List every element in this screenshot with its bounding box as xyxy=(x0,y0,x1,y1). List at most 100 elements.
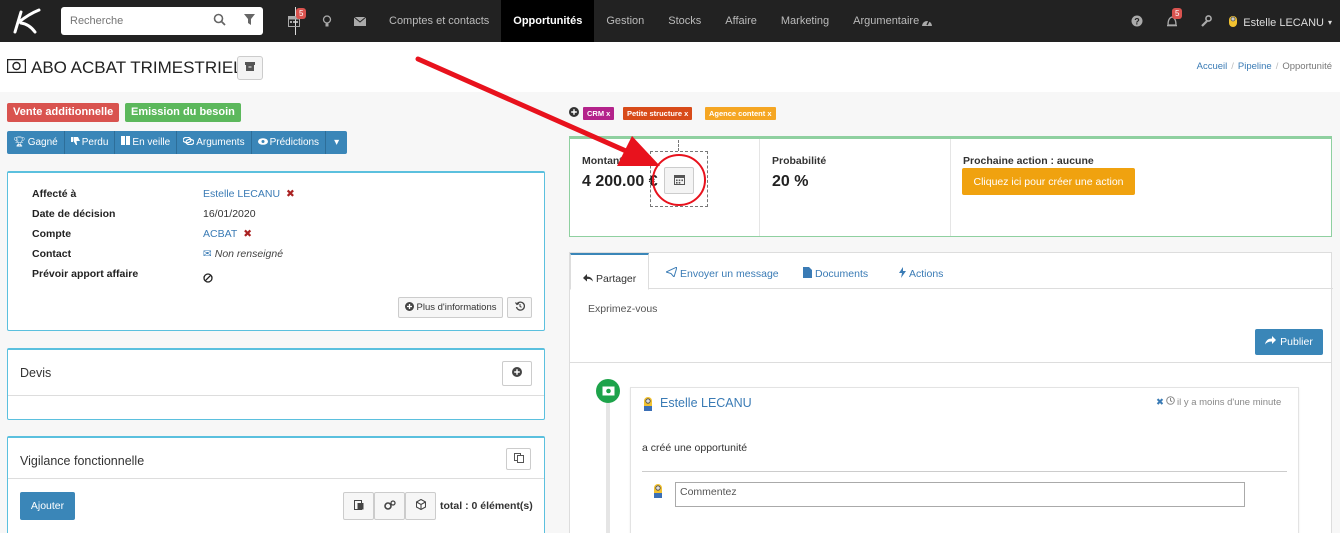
timeline-money-icon xyxy=(596,379,620,403)
author-avatar xyxy=(641,396,655,412)
amount-value: 4 200.00 € xyxy=(582,173,658,190)
bolt-icon xyxy=(899,267,906,281)
commenter-avatar xyxy=(651,483,665,499)
search-box xyxy=(61,7,296,35)
post-time: il y a moins d'une minute xyxy=(1176,396,1282,408)
add-devis-button[interactable] xyxy=(502,361,532,386)
standby-button[interactable]: En veille xyxy=(115,131,178,154)
lightbulb-icon[interactable] xyxy=(319,13,335,29)
contact-value: Non renseigné xyxy=(214,248,284,260)
settings-button[interactable] xyxy=(374,492,405,520)
predictions-button[interactable]: Prédictions xyxy=(252,131,327,154)
comments-icon xyxy=(182,131,195,154)
tab-documents[interactable]: Documents xyxy=(803,267,868,281)
share-icon xyxy=(583,273,593,285)
tag-emission-besoin[interactable]: Emission du besoin xyxy=(125,103,241,122)
breadcrumb-accueil[interactable]: Accueil xyxy=(1197,61,1228,72)
menu-argumentaire[interactable]: Argumentaire xyxy=(841,0,931,42)
user-name: Estelle LECANU xyxy=(1243,16,1324,29)
tag-vente-additionnelle[interactable]: Vente additionnelle xyxy=(7,103,120,122)
clipboard-icon xyxy=(353,499,364,513)
vigilance-title: Vigilance fonctionnelle xyxy=(20,454,145,468)
money-icon xyxy=(6,58,27,78)
cube-button[interactable] xyxy=(405,492,436,520)
remove-assigned-icon[interactable]: ✖ xyxy=(286,188,295,200)
user-menu[interactable]: Estelle LECANU ▾ xyxy=(1227,14,1332,31)
dashboard-icon[interactable] xyxy=(919,13,935,29)
copy-button[interactable] xyxy=(506,448,531,470)
archive-button[interactable] xyxy=(237,56,263,80)
calendar-badge: 5 xyxy=(296,8,307,19)
tab-actions[interactable]: Actions xyxy=(899,267,943,281)
post-author[interactable]: Estelle LECANU xyxy=(660,396,752,410)
search-input[interactable] xyxy=(61,8,201,34)
lost-button[interactable]: Perdu xyxy=(65,131,116,154)
chevron-down-icon: ▾ xyxy=(1327,18,1332,27)
paste-button[interactable] xyxy=(343,492,374,520)
probability-value: 20 % xyxy=(772,173,809,190)
create-action-button[interactable]: Cliquez ici pour créer une action xyxy=(962,168,1135,195)
menu-opportunites[interactable]: Opportunités xyxy=(501,0,595,42)
share-input[interactable]: Exprimez-vous xyxy=(588,303,657,315)
calendar-button[interactable] xyxy=(664,167,694,194)
total-count: total : 0 élément(s) xyxy=(440,500,533,512)
menu-stocks[interactable]: Stocks xyxy=(656,0,713,42)
file-icon xyxy=(803,267,812,281)
won-button[interactable]: 🏆︎ Gagné xyxy=(7,131,65,154)
arguments-button[interactable]: Arguments xyxy=(177,131,252,154)
svg-text:?: ? xyxy=(1134,17,1140,27)
page-title-text: ABO ACBAT TRIMESTRIEL xyxy=(31,58,243,77)
detail-label: Prévoir apport affaire xyxy=(32,268,139,280)
next-action-label: Prochaine action : aucune xyxy=(963,155,1094,167)
delete-post-icon[interactable]: ✖ xyxy=(1156,397,1164,408)
menu-marketing[interactable]: Marketing xyxy=(769,0,841,42)
main-menu: Comptes et contacts Opportunités Gestion… xyxy=(377,0,931,42)
menu-comptes-contacts[interactable]: Comptes et contacts xyxy=(377,0,501,42)
plus-circle-icon xyxy=(404,301,414,314)
history-icon xyxy=(514,301,525,314)
detail-label: Date de décision xyxy=(32,208,116,220)
remove-account-icon[interactable]: ✖ xyxy=(243,228,252,240)
comment-input[interactable]: Commentez xyxy=(675,482,1245,507)
add-button[interactable]: Ajouter xyxy=(20,492,75,520)
more-actions-dropdown[interactable]: ▾ xyxy=(326,131,347,154)
search-icon[interactable] xyxy=(213,13,229,29)
envelope-icon[interactable] xyxy=(352,13,368,29)
more-info-button[interactable]: Plus d'informations xyxy=(398,297,503,318)
columns-icon xyxy=(121,131,131,154)
add-tag-icon[interactable] xyxy=(569,107,579,120)
plus-circle-icon xyxy=(512,367,522,380)
assigned-user-link[interactable]: Estelle LECANU xyxy=(203,188,280,200)
status-button-group: 🏆︎ Gagné Perdu En veille Arguments Prédic… xyxy=(7,131,348,154)
amount-label: Montant xyxy=(582,155,623,167)
tag-crm[interactable]: CRM x xyxy=(583,107,615,120)
caret-down-icon: ▾ xyxy=(334,137,340,148)
tag-petite-structure[interactable]: Petite structure x xyxy=(623,107,693,120)
publish-button[interactable]: Publier xyxy=(1255,329,1323,355)
filter-icon[interactable] xyxy=(244,14,255,29)
ban-icon[interactable] xyxy=(203,273,213,286)
tab-envoyer-message[interactable]: Envoyer un message xyxy=(664,266,779,280)
account-link[interactable]: ACBAT xyxy=(203,228,237,240)
feed-tabs: Partager Envoyer un message Documents Ac… xyxy=(570,253,1333,290)
devis-panel xyxy=(7,348,545,420)
trophy-icon: 🏆︎ xyxy=(13,137,26,148)
menu-affaire[interactable]: Affaire xyxy=(713,0,769,42)
help-icon[interactable]: ? xyxy=(1129,13,1145,29)
timeline-line xyxy=(606,400,610,533)
envelope-icon: ✉ xyxy=(203,248,212,260)
wrench-icon[interactable] xyxy=(1198,13,1214,29)
tab-partager[interactable]: Partager xyxy=(570,253,650,290)
decision-date-value: 16/01/2020 xyxy=(203,208,256,220)
breadcrumb-pipeline[interactable]: Pipeline xyxy=(1238,61,1272,72)
menu-gestion[interactable]: Gestion xyxy=(594,0,656,42)
history-button[interactable] xyxy=(507,297,532,318)
probability-label: Probabilité xyxy=(772,155,827,167)
probability-block: Probabilité 20 % xyxy=(760,139,951,236)
post-meta: ✖ il y a moins d'une minute xyxy=(1156,396,1281,408)
breadcrumb-current: Opportunité xyxy=(1282,61,1332,72)
app-logo[interactable] xyxy=(4,0,48,42)
tag-agence-content[interactable]: Agence content x xyxy=(705,107,776,120)
detail-label: Affecté à xyxy=(32,188,77,200)
archive-icon xyxy=(245,62,255,74)
